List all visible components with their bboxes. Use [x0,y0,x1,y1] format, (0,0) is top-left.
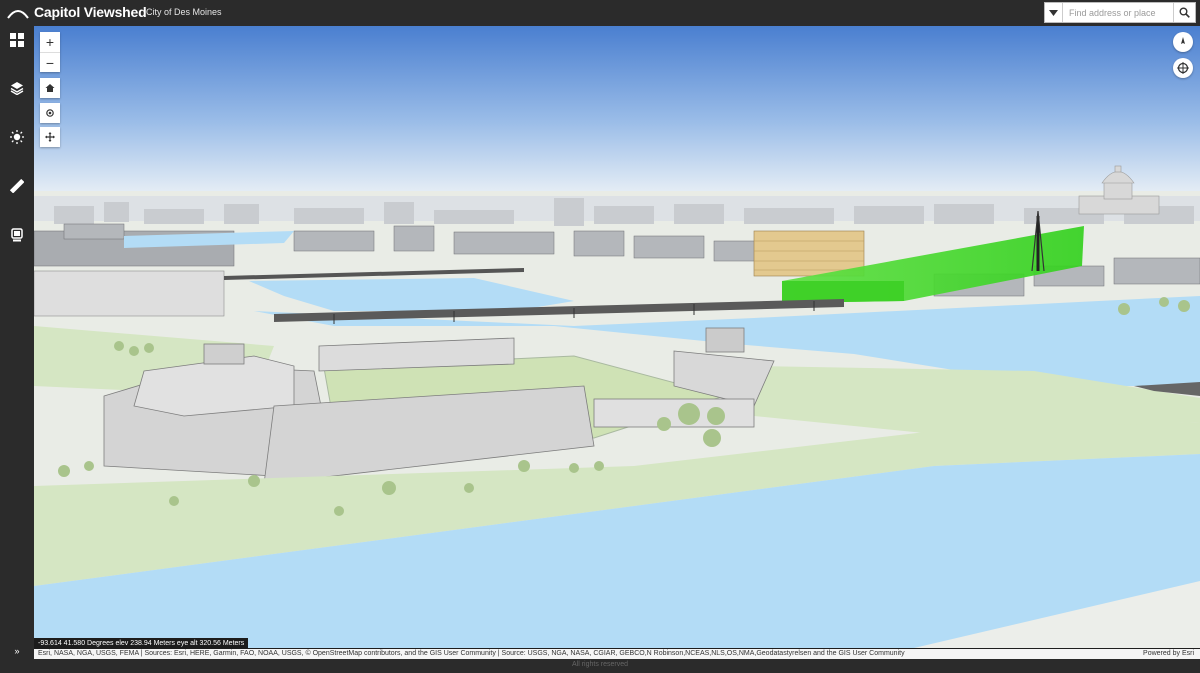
attribution-bar: Esri, NASA, NGA, USGS, FEMA | Sources: E… [34,649,1200,659]
home-button[interactable] [40,78,60,98]
app-subtitle: City of Des Moines [146,7,222,17]
pan-icon [45,132,55,142]
caret-down-icon [1049,9,1058,16]
layers-icon [10,82,24,95]
tool-sidebar [0,26,34,643]
search-widget [1044,2,1196,23]
locate-icon [46,109,54,117]
sidebar-item-basemap-gallery[interactable] [5,28,29,52]
pan-button[interactable] [40,127,60,147]
sidebar-item-daylight[interactable] [5,125,29,149]
scene-view[interactable]: + − [34,26,1200,648]
app-footer: All rights reserved [0,659,1200,673]
compass-button[interactable] [1173,32,1193,52]
search-source-dropdown[interactable] [1045,3,1063,22]
rights-text: All rights reserved [571,661,629,668]
sidebar-item-measure[interactable] [5,174,29,198]
navigation-toggle-button[interactable] [1173,58,1193,78]
zoom-control: + − [40,32,60,72]
locate-button[interactable] [40,103,60,123]
sky [34,26,1200,201]
navigation-toggle-icon [1177,62,1189,74]
compass-icon [1181,37,1185,44]
grid-icon [10,33,24,47]
zoom-out-button[interactable]: − [40,52,60,72]
sidebar-item-slides[interactable] [5,223,29,247]
arch-logo-icon [7,10,29,19]
sidebar-collapse-button[interactable]: » [0,643,34,659]
search-input[interactable] [1063,3,1173,22]
sidebar-item-layers[interactable] [5,76,29,100]
home-icon [45,84,55,92]
search-button[interactable] [1173,3,1195,22]
app-title: Capitol Viewshed [34,4,147,20]
search-icon [1179,7,1190,18]
zoom-in-button[interactable]: + [40,32,60,52]
map-scene[interactable] [34,26,1200,648]
app-header: Capitol Viewshed City of Des Moines [0,0,1200,26]
coordinate-text: -93.614 41.580 Degrees elev 238.94 Meter… [38,640,245,647]
ruler-icon [10,179,24,193]
powered-by-link[interactable]: Powered by Esri [1143,649,1194,659]
large-building-left [34,270,225,317]
coordinate-readout: -93.614 41.580 Degrees elev 238.94 Meter… [34,638,249,649]
slides-icon [11,228,23,242]
sun-icon [10,130,24,144]
attribution-text: Esri, NASA, NGA, USGS, FEMA | Sources: E… [38,650,905,657]
